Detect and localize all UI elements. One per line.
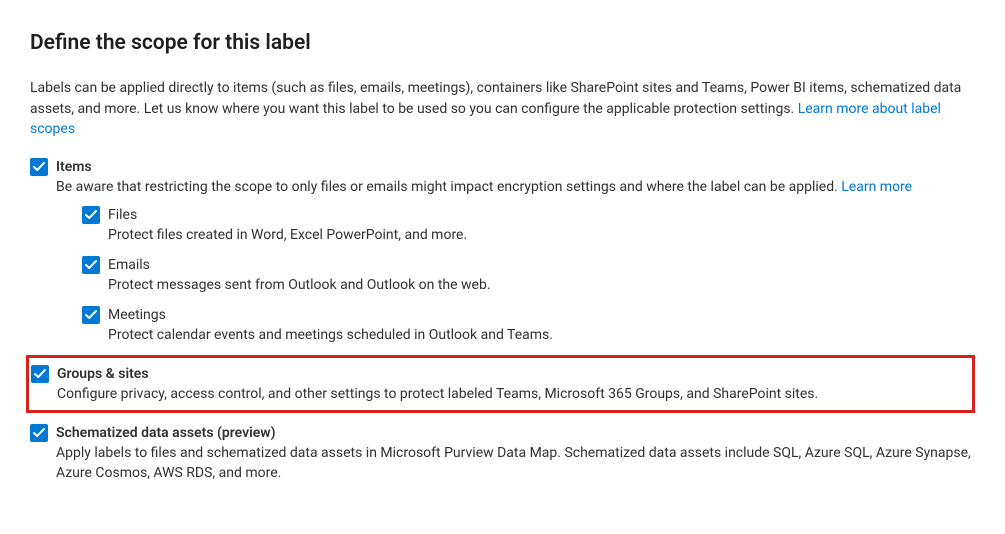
- highlight-box-groups: Groups & sites Configure privacy, access…: [26, 355, 975, 413]
- emails-checkbox[interactable]: [82, 256, 100, 274]
- items-desc: Be aware that restricting the scope to o…: [56, 177, 975, 197]
- checkmark-icon: [85, 309, 97, 321]
- meetings-desc: Protect calendar events and meetings sch…: [108, 325, 975, 345]
- scope-row-schematized: Schematized data assets (preview) Apply …: [30, 419, 975, 485]
- page-title: Define the scope for this label: [30, 28, 975, 58]
- scope-row-files: Files Protect files created in Word, Exc…: [82, 201, 975, 247]
- meetings-title: Meetings: [108, 305, 975, 325]
- checkmark-icon: [85, 209, 97, 221]
- files-checkbox[interactable]: [82, 206, 100, 224]
- emails-title: Emails: [108, 255, 975, 275]
- scope-row-items: Items Be aware that restricting the scop…: [30, 153, 975, 349]
- groups-checkbox[interactable]: [31, 365, 49, 383]
- schematized-checkbox[interactable]: [30, 424, 48, 442]
- items-title: Items: [56, 157, 975, 177]
- checkmark-icon: [33, 427, 45, 439]
- emails-desc: Protect messages sent from Outlook and O…: [108, 275, 975, 295]
- checkmark-icon: [33, 161, 45, 173]
- schematized-title: Schematized data assets (preview): [56, 423, 975, 443]
- items-learn-more-link[interactable]: Learn more: [841, 179, 912, 195]
- groups-desc: Configure privacy, access control, and o…: [57, 384, 966, 404]
- scope-row-emails: Emails Protect messages sent from Outloo…: [82, 251, 975, 297]
- meetings-checkbox[interactable]: [82, 306, 100, 324]
- files-desc: Protect files created in Word, Excel Pow…: [108, 225, 975, 245]
- checkmark-icon: [34, 368, 46, 380]
- items-desc-text: Be aware that restricting the scope to o…: [56, 179, 841, 195]
- scope-row-meetings: Meetings Protect calendar events and mee…: [82, 301, 975, 347]
- schematized-desc: Apply labels to files and schematized da…: [56, 443, 975, 483]
- scope-row-groups: Groups & sites Configure privacy, access…: [31, 362, 966, 406]
- checkmark-icon: [85, 259, 97, 271]
- groups-title: Groups & sites: [57, 364, 966, 384]
- files-title: Files: [108, 205, 975, 225]
- intro-paragraph: Labels can be applied directly to items …: [30, 78, 970, 139]
- items-checkbox[interactable]: [30, 158, 48, 176]
